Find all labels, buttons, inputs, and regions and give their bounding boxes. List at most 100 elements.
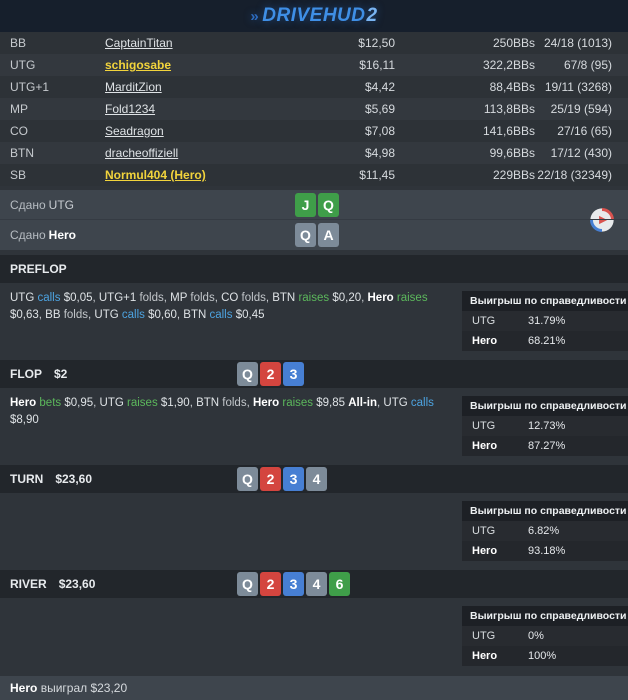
player-bbs: 99,6BBs [489,146,535,160]
player-name-link[interactable]: CaptainTitan [105,36,173,50]
action-amount: $0,05 [63,292,93,304]
card-A: A [318,223,339,247]
street-header: FLOP $2 Q 2 3 [0,360,628,388]
player-position: BTN [10,146,34,160]
street-preflop: PREFLOP UTG calls $0,05, UTG+1 folds, MP … [0,255,628,355]
player-name-cell: Seadragon [105,120,290,142]
dealt-row: Сдано Hero Q A [0,220,628,250]
card-Q: Q [237,572,258,596]
board-cards: Q2346 [237,572,350,596]
street-river: RIVER $23,60 Q 2 3 4 6 Выигрыш по справедливост… [0,570,628,670]
card-6: 6 [329,572,350,596]
action-verb: calls [209,309,233,321]
equity-row: Hero 68.21% [462,331,628,351]
logo-chevron-icon: » [250,7,260,25]
result-text: выиграл $23,20 [40,681,128,695]
card-3: 3 [283,572,304,596]
equity-panel: Выигрыш по справедливости UTG 31.79% Hero 68… [462,291,628,351]
player-name-cell: Fold1234 [105,98,290,120]
player-name-link[interactable]: Normul404 (Hero) [105,168,206,182]
card-4: 4 [306,467,327,491]
action-verb: calls [37,292,61,304]
street-title: PREFLOP [10,262,67,276]
street-body: Hero bets $0,95, UTG raises $1,90, BTN f… [0,388,628,460]
equity-player: UTG [472,420,496,432]
player-name-link[interactable]: dracheoffiziell [105,146,178,160]
player-name-cell: Normul404 (Hero) [105,164,290,186]
equity-row: Hero 93.18% [462,541,628,561]
equity-value: 6.82% [528,525,560,537]
action-player: Hero [10,397,37,409]
player-position: UTG [10,58,36,72]
player-stats: 19/11 (3268) [544,80,612,94]
winner-name: Hero [10,681,38,695]
card-2: 2 [260,467,281,491]
board-cards: Q23 [237,362,304,386]
player-name-cell: dracheoffiziell [105,142,290,164]
action-player: BTN [183,309,207,321]
equity-player: Hero [472,440,498,452]
action-verb: raises [282,397,314,409]
player-row: BB CaptainTitan $12,50 250BBs 24/18 (1013) [0,32,628,54]
equity-row: UTG 6.82% [462,521,628,541]
player-stack: $12,50 [358,36,395,50]
street-actions [0,493,452,504]
street-body: UTG calls $0,05, UTG+1 folds, MP folds, … [0,283,628,355]
street-pot: $2 [54,367,68,381]
player-name-link[interactable]: Fold1234 [105,102,155,116]
action-verb: folds [63,309,89,321]
dealt-section: Сдано UTG J Q Сдано Hero Q A [0,190,628,250]
action-amount: $0,95 [64,397,94,409]
player-stack: $11,45 [359,168,395,182]
dealt-row: Сдано UTG J Q [0,190,628,220]
player-name-link[interactable]: schigosabe [105,58,171,72]
equity-row: UTG 12.73% [462,416,628,436]
player-bbs: 250BBs [492,36,535,50]
action-verb: folds [222,397,247,409]
equity-panel: Выигрыш по справедливости UTG 0% Hero 100% [462,606,628,666]
player-stack: $7,08 [364,124,395,138]
street-body: Выигрыш по справедливости UTG 6.82% Hero 93.… [0,493,628,565]
equity-value: 0% [528,630,544,642]
dealt-target: Hero [48,228,76,242]
action-player: UTG [383,397,408,409]
action-amount: $9,85 [316,397,346,409]
dealt-cards: QA [295,223,339,247]
equity-player: UTG [472,525,496,537]
equity-title: Выигрыш по справедливости [462,291,628,311]
card-2: 2 [260,362,281,386]
equity-row: Hero 100% [462,646,628,666]
player-row: SB Normul404 (Hero) $11,45 229BBs 22/18 (323… [0,164,628,186]
action-verb: raises [396,292,428,304]
player-name-link[interactable]: MarditZion [105,80,162,94]
player-row: BTN dracheoffiziell $4,98 99,6BBs 17/12 (430… [0,142,628,164]
action-amount: $1,90 [160,397,190,409]
dealt-cards: JQ [295,192,339,217]
action-player: UTG [99,397,124,409]
action-amount: $0,63 [10,309,39,321]
action-amount: $0,45 [235,309,265,321]
player-bbs: 113,8BBs [483,102,535,116]
action-amount: $8,90 [10,414,39,426]
equity-row: UTG 0% [462,626,628,646]
equity-value: 31.79% [528,315,566,327]
player-stats: 27/16 (65) [557,124,612,138]
player-row: MP Fold1234 $5,69 113,8BBs 25/19 (594) [0,98,628,120]
card-Q: Q [237,362,258,386]
action-verb: raises [298,292,330,304]
player-stats: 25/19 (594) [550,102,612,116]
equity-title: Выигрыш по справедливости [462,501,628,521]
action-player: BTN [196,397,220,409]
street-turn: TURN $23,60 Q 2 3 4 Выигрыш по справедливости U… [0,465,628,565]
action-verb: folds [190,292,215,304]
action-player: Hero [252,397,280,409]
player-row: UTG+1 MarditZion $4,42 88,4BBs 19/11 (3268) [0,76,628,98]
card-Q: Q [237,467,258,491]
action-amount: $0,60 [148,309,177,321]
player-stats: 67/8 (95) [563,58,612,72]
player-name-link[interactable]: Seadragon [105,124,164,138]
equity-panel: Выигрыш по справедливости UTG 12.73% Hero 87… [462,396,628,456]
street-actions: Hero bets $0,95, UTG raises $1,90, BTN f… [0,388,452,433]
app-header: » DRIVEHUD 2 [0,0,628,32]
action-player: UTG+1 [98,292,137,304]
